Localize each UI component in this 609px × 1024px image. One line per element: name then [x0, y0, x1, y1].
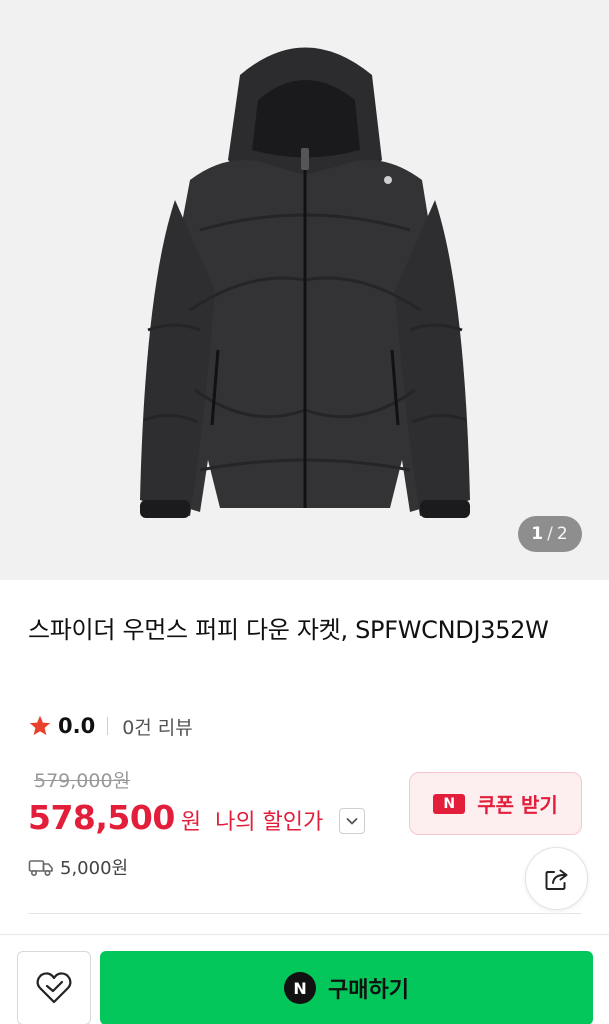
image-page-indicator: 1 / 2 — [518, 516, 582, 552]
star-icon — [29, 715, 51, 736]
price-currency: 원 — [180, 810, 202, 835]
truck-icon — [28, 860, 53, 877]
rating-divider — [107, 717, 109, 735]
share-button[interactable] — [525, 847, 588, 910]
shipping-fee: 5,000원 — [60, 858, 129, 879]
page-current: 1 — [531, 524, 545, 544]
naver-n-icon: N — [433, 793, 466, 814]
sale-price-row: 578,500 원 나의 할인가 — [28, 798, 323, 837]
review-count[interactable]: 0건 리뷰 — [122, 713, 193, 740]
section-divider — [28, 913, 581, 914]
page-total: 2 — [556, 524, 569, 544]
my-discount-price-label[interactable]: 나의 할인가 — [215, 804, 323, 836]
my-price-toggle[interactable] — [339, 808, 365, 834]
product-image-gallery[interactable]: 1 / 2 — [0, 0, 609, 580]
share-icon — [545, 869, 567, 890]
product-image — [140, 47, 470, 518]
buy-button-label: 구매하기 — [328, 978, 409, 1003]
shipping-info: 5,000원 — [28, 854, 128, 880]
page-separator: / — [547, 524, 554, 544]
heart-check-icon — [36, 972, 72, 1004]
naver-pay-icon: N — [284, 972, 317, 1004]
bottom-action-bar: N 구매하기 — [0, 934, 609, 1024]
original-price: 579,000원 — [34, 770, 131, 792]
coupon-button-label: 쿠폰 받기 — [477, 793, 558, 817]
product-title: 스파이더 우먼스 퍼피 다운 자켓, SPFWCNDJ352W — [28, 616, 549, 644]
chevron-down-icon — [346, 818, 358, 825]
buy-button[interactable]: N 구매하기 — [100, 951, 593, 1024]
rating-summary[interactable]: 0.0 0건 리뷰 — [28, 710, 193, 742]
coupon-button[interactable]: N 쿠폰 받기 — [409, 772, 582, 835]
sale-price: 578,500 — [28, 798, 175, 837]
rating-score: 0.0 — [58, 714, 96, 738]
wishlist-button[interactable] — [17, 951, 91, 1024]
